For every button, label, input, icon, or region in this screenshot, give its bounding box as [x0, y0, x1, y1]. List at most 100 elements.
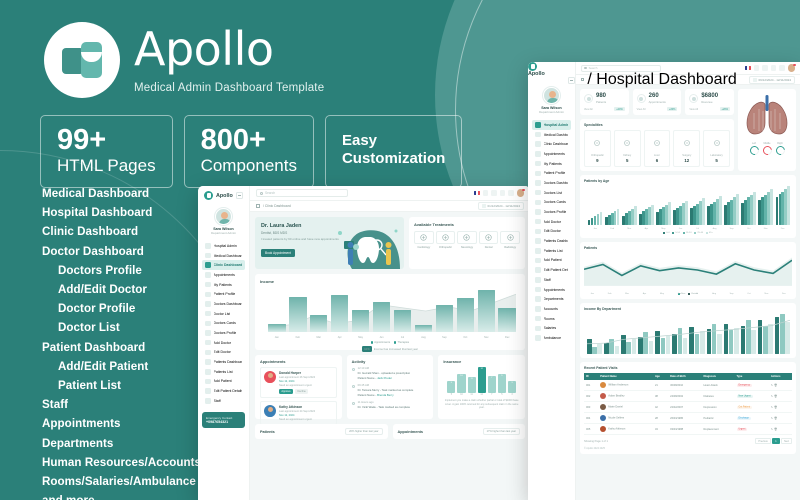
edit-icon[interactable]: ✎ — [771, 384, 773, 387]
hospital-nav-item[interactable]: Edit Patient Details — [532, 265, 571, 275]
clinic-nav-item[interactable]: Appointments — [202, 270, 245, 280]
hospital-nav-item[interactable]: Doctors Dashboard — [532, 178, 571, 188]
book-appointment-button[interactable]: Book Appointment — [261, 249, 295, 257]
table-row[interactable]: 004 Nicole Sellers 28 26/03/1986 Pediatric Di… — [584, 412, 792, 424]
sidebar-toggle-icon[interactable] — [236, 192, 243, 199]
appointment-item[interactable]: Donald Harper Last appointment 26 Sept 20… — [260, 367, 337, 398]
hospital-nav-item[interactable]: Medical Dashboard — [532, 130, 571, 140]
delete-icon[interactable]: 🗑 — [774, 395, 777, 398]
table-column-header[interactable]: Age — [652, 373, 669, 380]
table-column-header[interactable]: Type — [734, 373, 769, 380]
hospital-nav-item[interactable]: Appointments — [532, 285, 571, 295]
speciality-item[interactable]: Kidney 5 — [613, 130, 641, 167]
hospital-nav-item[interactable]: Rooms — [532, 314, 571, 324]
clinic-nav-item[interactable]: Edit Doctor — [202, 348, 245, 358]
hospital-nav-item[interactable]: Patients List — [532, 246, 571, 256]
stat-sub[interactable]: View All — [689, 108, 698, 111]
clinic-nav-item[interactable]: Doctors Dashboard — [202, 299, 245, 309]
hospital-nav-item[interactable]: Hospital Admin — [532, 120, 571, 130]
stat-sub[interactable]: View All — [637, 108, 646, 111]
bell-notification-icon[interactable] — [762, 65, 768, 71]
sidebar-toggle-icon[interactable] — [568, 77, 575, 84]
hospital-nav-item[interactable]: Clinic Dashboard — [532, 139, 571, 149]
clinic-nav-item[interactable]: Patient Profile — [202, 289, 245, 299]
delete-icon[interactable]: 🗑 — [774, 384, 777, 387]
edit-icon[interactable]: ✎ — [771, 417, 773, 420]
speciality-item[interactable]: Orthopedic 9 — [584, 130, 611, 167]
clinic-profile[interactable]: Sara Wilson Department Admin — [198, 205, 249, 239]
table-row[interactable]: 005 Kathy Atkinson 34 03/03/1988 Replacement… — [584, 423, 792, 435]
hospital-nav-item[interactable]: Staff — [532, 275, 571, 285]
stat-sub[interactable]: View All — [584, 108, 593, 111]
clinic-nav-item[interactable]: Add Patient — [202, 377, 245, 387]
clinic-nav-item[interactable]: Doctor List — [202, 309, 245, 319]
date-range-picker[interactable]: 09/12/2024 - 12/11/2024 — [748, 75, 795, 84]
table-column-header[interactable]: Actions — [768, 373, 792, 380]
clinic-nav-item[interactable]: Staff — [202, 396, 245, 406]
decline-button[interactable]: Decline — [295, 389, 309, 394]
language-flag-icon[interactable] — [473, 191, 480, 195]
home-icon[interactable] — [256, 204, 260, 208]
hospital-nav-item[interactable]: Departments — [532, 294, 571, 304]
hospital-nav-item[interactable]: Edit Doctor — [532, 227, 571, 237]
edit-icon[interactable]: ✎ — [771, 406, 773, 409]
clinic-nav-item[interactable]: Patients Dashboard — [202, 357, 245, 367]
clinic-nav-item[interactable]: Add Doctor — [202, 338, 245, 348]
table-column-header[interactable]: Diagnosis — [701, 373, 735, 380]
clinic-nav-item[interactable]: My Patients — [202, 280, 245, 290]
clinic-nav-item[interactable]: Medical Dashboard — [202, 251, 245, 261]
hospital-nav-item[interactable]: Add Patient — [532, 256, 571, 266]
hospital-nav-item[interactable]: Doctors Cards — [532, 198, 571, 208]
fullscreen-icon[interactable] — [779, 65, 785, 71]
treatment-item[interactable]: Dental — [478, 231, 499, 249]
bell-notification-icon[interactable] — [491, 190, 497, 196]
clinic-nav-item[interactable]: Hospital Admin — [202, 241, 245, 251]
hospital-nav-item[interactable]: Doctors Profile — [532, 207, 571, 217]
hospital-nav-item[interactable]: Doctors List — [532, 188, 571, 198]
date-range-picker[interactable]: 01/12/2024 - 12/11/2024 — [477, 202, 524, 210]
table-row[interactable]: 002 Adam Bradley 38 24/08/2002 Diabetes New U… — [584, 390, 792, 402]
language-flag-icon[interactable] — [744, 66, 751, 70]
page-number-button[interactable]: 1 — [772, 438, 780, 445]
approve-button[interactable]: Approve — [279, 389, 294, 394]
clinic-nav-item[interactable]: Clinic Dashboard — [202, 260, 245, 271]
clinic-nav-item[interactable]: Edit Patient Details — [202, 386, 245, 396]
grid-apps-icon[interactable] — [753, 65, 759, 71]
search-input[interactable]: Search — [256, 189, 348, 197]
clinic-nav-item[interactable]: Doctors Profile — [202, 328, 245, 338]
hospital-nav-item[interactable]: Salaries — [532, 323, 571, 333]
edit-icon[interactable]: ✎ — [771, 428, 773, 431]
clinic-emergency-contact[interactable]: Emergency Contact +0987654321 — [202, 411, 245, 428]
prev-page-button[interactable]: Previous — [755, 438, 771, 445]
speciality-item[interactable]: Liver 6 — [643, 130, 671, 167]
mail-icon[interactable] — [499, 190, 505, 196]
table-row[interactable]: 003 Marie Daniel 42 22/02/2007 Depression Out… — [584, 401, 792, 413]
clinic-nav-item[interactable]: Doctors Cards — [202, 319, 245, 329]
grid-apps-icon[interactable] — [482, 190, 488, 196]
delete-icon[interactable]: 🗑 — [774, 406, 777, 409]
table-row[interactable]: 001 William Anderson 21 30/08/2010 Heart Att… — [584, 380, 792, 391]
mail-icon[interactable] — [770, 65, 776, 71]
hospital-nav-item[interactable]: Add Doctor — [532, 217, 571, 227]
user-avatar-menu[interactable] — [787, 63, 796, 72]
table-column-header[interactable]: Date of Birth — [668, 373, 702, 380]
hospital-nav-item[interactable]: Patients Dashboard — [532, 236, 571, 246]
home-icon[interactable] — [581, 77, 585, 82]
user-avatar-menu[interactable] — [516, 188, 525, 197]
next-page-button[interactable]: Next — [781, 438, 792, 445]
edit-icon[interactable]: ✎ — [771, 395, 773, 398]
table-column-header[interactable]: ID — [584, 373, 599, 380]
hospital-nav-item[interactable]: My Patients — [532, 159, 571, 169]
speciality-item[interactable]: Surgery 12 — [673, 130, 701, 167]
hospital-profile[interactable]: Sara Wilson Department Admin — [528, 84, 575, 118]
fullscreen-icon[interactable] — [508, 190, 514, 196]
hospital-nav-item[interactable]: Patient Profile — [532, 168, 571, 178]
table-column-header[interactable]: Patient Name — [598, 373, 653, 380]
appointment-item[interactable]: Kathy Atkinson Last appointment 24 Sept 2… — [260, 401, 337, 425]
delete-icon[interactable]: 🗑 — [774, 428, 777, 431]
hospital-nav-item[interactable]: Appointments — [532, 149, 571, 159]
treatment-item[interactable]: Cardiology — [414, 231, 434, 249]
delete-icon[interactable]: 🗑 — [774, 417, 777, 420]
treatment-item[interactable]: Radiology — [500, 231, 520, 249]
hospital-nav-item[interactable]: Ambulance — [532, 333, 571, 343]
